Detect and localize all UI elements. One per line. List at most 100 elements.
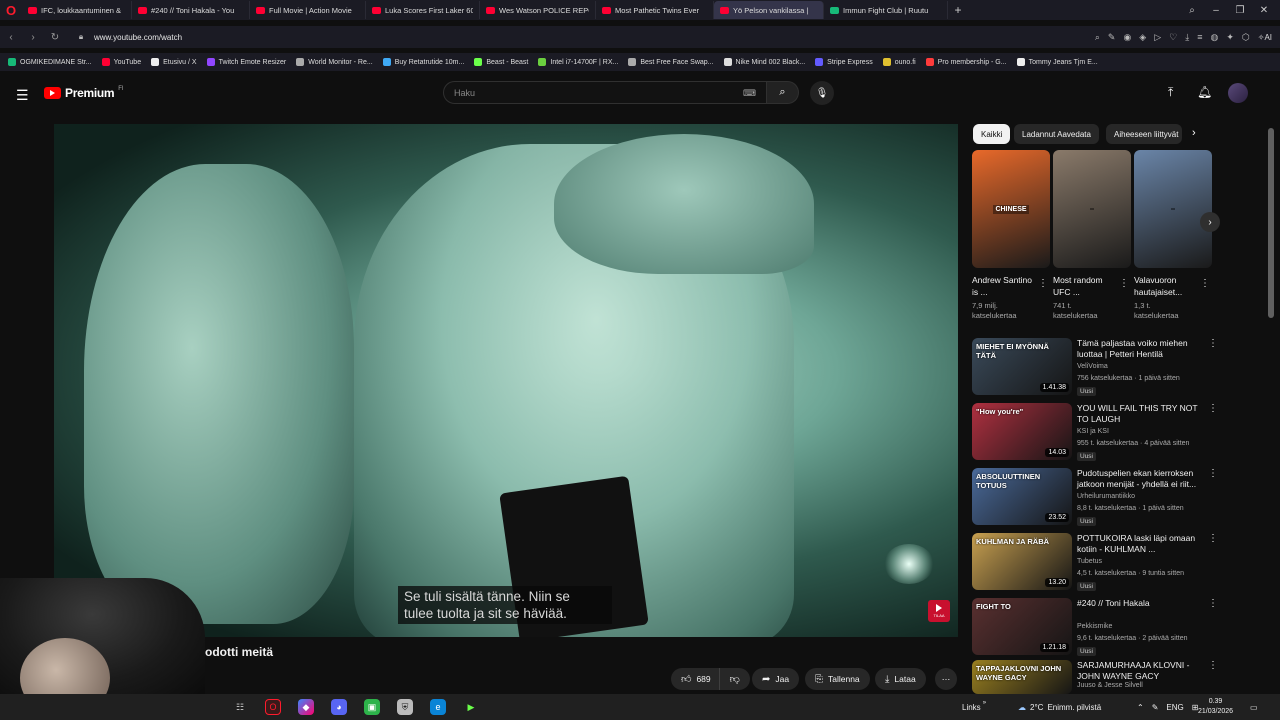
channel-name[interactable]: Tubetus: [1077, 558, 1102, 565]
recommended-video[interactable]: MIEHET EI MYÖNNÄ TÄTÄ 1.41.38 Tämä paljast…: [972, 338, 1222, 398]
dislike-button[interactable]: 👎︎: [718, 668, 750, 690]
short-title[interactable]: Valavuoron hautajaiset...: [1134, 274, 1196, 298]
video-title[interactable]: #240 // Toni Hakala: [1077, 598, 1199, 609]
bookmark-item[interactable]: Stripe Express: [815, 58, 873, 66]
recommended-video[interactable]: ABSOLUUTTINEN TOTUUS 23.52 Pudotuspelien e…: [972, 468, 1222, 528]
video-thumbnail[interactable]: "How you're" 14.03: [972, 403, 1072, 460]
pen-icon[interactable]: ✎: [1152, 703, 1159, 712]
recommended-video[interactable]: FIGHT TO 1.21.18 #240 // Toni Hakala Pekkis…: [972, 598, 1222, 658]
video-thumbnail[interactable]: TAPPAJAKLOVNI JOHN WAYNE GACY: [972, 660, 1072, 694]
bookmark-item[interactable]: Etusivu / X: [151, 58, 197, 66]
bookmark-item[interactable]: OGMIKEDIMANE Str...: [8, 58, 92, 66]
bookmark-item[interactable]: World Monitor - Re...: [296, 58, 373, 66]
edge-icon[interactable]: e: [430, 699, 446, 715]
channel-name[interactable]: KSI ja KSI: [1077, 428, 1109, 435]
short-thumbnail[interactable]: [1134, 150, 1212, 268]
shield-app-icon[interactable]: ⛨: [397, 699, 413, 715]
bell-icon[interactable]: 🔔︎: [1197, 85, 1212, 99]
back-icon[interactable]: ‹: [0, 32, 22, 43]
tray-up-icon[interactable]: ⌃: [1137, 703, 1144, 712]
menu-lines-icon[interactable]: ≡: [1197, 32, 1202, 42]
chip-uploader[interactable]: Ladannut Aavedata: [1014, 124, 1099, 144]
android-app-icon[interactable]: ▣: [364, 699, 380, 715]
more-options-icon[interactable]: ⋮: [1208, 468, 1218, 479]
video-title[interactable]: Tämä paljastaa voiko miehen luottaa | Pe…: [1077, 338, 1199, 360]
short-card[interactable]: Most random UFC ... 741 t. katselukertaa ⋮: [1053, 150, 1131, 321]
avatar[interactable]: [1228, 83, 1248, 103]
edit-icon[interactable]: ✎: [1108, 32, 1116, 43]
menu-icon[interactable]: ☰: [16, 87, 29, 104]
browser-tab[interactable]: Most Pathetic Twins Ever: [596, 1, 714, 19]
links-toolbar[interactable]: Links»: [962, 694, 986, 720]
language-indicator[interactable]: ENG: [1166, 703, 1183, 712]
chip-all[interactable]: Kaikki: [973, 124, 1011, 144]
bookmark-item[interactable]: Best Free Face Swap...: [628, 58, 714, 66]
create-icon[interactable]: ⤒: [1168, 85, 1173, 100]
terminal-app-icon[interactable]: ▶: [463, 699, 479, 715]
video-title[interactable]: SARJAMURHAAJA KLOVNI - JOHN WAYNE GACY: [1077, 660, 1199, 682]
more-options-icon[interactable]: ⋮: [1208, 660, 1218, 671]
bookmark-item[interactable]: YouTube: [101, 58, 141, 66]
more-options-icon[interactable]: ⋮: [1038, 278, 1048, 289]
forward-icon[interactable]: ›: [22, 32, 44, 43]
video-title[interactable]: POTTUKOIRA laski läpi omaan kotiin - KUH…: [1077, 533, 1199, 555]
save-button[interactable]: ⎘ Tallenna: [805, 668, 870, 690]
profile-icon[interactable]: ◍: [1210, 32, 1218, 43]
camera-icon[interactable]: ◉: [1123, 32, 1131, 43]
tab-search-icon[interactable]: ⌕: [1180, 0, 1204, 20]
play-icon[interactable]: ▷: [1154, 32, 1161, 43]
bookmark-item[interactable]: Twitch Emote Resizer: [206, 58, 286, 66]
bookmark-item[interactable]: Intel i7-14700F | RX...: [538, 58, 618, 66]
short-thumbnail[interactable]: [1053, 150, 1131, 268]
video-title[interactable]: YOU WILL FAIL THIS TRY NOT TO LAUGH: [1077, 403, 1199, 425]
url-field[interactable]: www.youtube.com/watch: [94, 33, 182, 42]
reload-icon[interactable]: ↻: [44, 32, 66, 43]
close-window-icon[interactable]: ✕: [1252, 0, 1276, 20]
more-options-icon[interactable]: ⋮: [1208, 403, 1218, 414]
browser-tab[interactable]: #240 // Toni Hakala - You: [132, 1, 250, 19]
recommended-video[interactable]: "How you're" 14.03 YOU WILL FAIL THIS TRY …: [972, 403, 1222, 463]
share-button[interactable]: ➦ Jaa: [752, 668, 800, 690]
search-button[interactable]: ⌕: [767, 81, 799, 104]
short-title[interactable]: Andrew Santino is ...: [972, 274, 1034, 298]
short-card[interactable]: Valavuoron hautajaiset... 1,3 t. katseluke…: [1134, 150, 1212, 321]
minimize-icon[interactable]: –: [1204, 0, 1228, 20]
browser-tab[interactable]: Full Movie | Action Movie: [250, 1, 366, 19]
short-card[interactable]: CHINESE Andrew Santino is ... 7,9 milj. kat…: [972, 150, 1050, 321]
lock-icon[interactable]: 🔒︎: [74, 32, 88, 42]
video-thumbnail[interactable]: ABSOLUUTTINEN TOTUUS 23.52: [972, 468, 1072, 525]
video-thumbnail[interactable]: KUHLMAN JA RÄBÄ 13.20: [972, 533, 1072, 590]
download-icon[interactable]: ⤓: [1185, 32, 1189, 43]
video-thumbnail[interactable]: MIEHET EI MYÖNNÄ TÄTÄ 1.41.38: [972, 338, 1072, 395]
chevron-right-icon[interactable]: ›: [1192, 127, 1196, 139]
app-taskbar-icon[interactable]: ◆: [298, 699, 314, 715]
box-icon[interactable]: ⬡: [1242, 32, 1250, 43]
browser-tab[interactable]: Yö Pelson vankilassa |: [714, 1, 824, 19]
clock[interactable]: 0.39 21/03/2026: [1198, 697, 1233, 717]
search-input[interactable]: Haku ⌨: [443, 81, 767, 104]
more-options-icon[interactable]: ⋮: [1208, 338, 1218, 349]
subscribe-watermark[interactable]: TILAA: [928, 600, 950, 622]
chip-related[interactable]: Aiheeseen liittyvät: [1106, 124, 1182, 144]
maximize-icon[interactable]: ❐: [1228, 0, 1252, 20]
video-title[interactable]: Pudotuspelien ekan kierroksen jatkoon me…: [1077, 468, 1199, 490]
new-tab-icon[interactable]: +: [948, 3, 968, 17]
video-player[interactable]: Se tuli sisältä tänne. Niin se tulee tuo…: [54, 124, 958, 637]
bookmark-item[interactable]: ouno.fi: [882, 58, 916, 66]
youtube-logo[interactable]: Premium FI: [44, 86, 124, 100]
like-button[interactable]: 👍︎ 689: [671, 668, 719, 690]
bookmark-item[interactable]: Beast - Beast: [474, 58, 528, 66]
browser-tab[interactable]: Wes Watson POLICE REPO: [480, 1, 596, 19]
ai-button[interactable]: ✧AI: [1258, 33, 1272, 42]
bookmark-item[interactable]: Tommy Jeans Tjm E...: [1016, 58, 1098, 66]
more-actions-button[interactable]: ⋯: [935, 668, 957, 690]
weather-widget[interactable]: ☁ 2°C Enimm. pilvistä: [1018, 694, 1101, 720]
browser-tab[interactable]: Luka Scores First Laker 60: [366, 1, 480, 19]
more-options-icon[interactable]: ⋮: [1208, 598, 1218, 609]
channel-name[interactable]: Pekkismike: [1077, 623, 1112, 630]
more-options-icon[interactable]: ⋮: [1208, 533, 1218, 544]
discord-icon[interactable]: ◕: [331, 699, 347, 715]
zoom-icon[interactable]: ⌕: [1095, 32, 1100, 43]
task-view-icon[interactable]: ☷: [232, 699, 248, 715]
shield-icon[interactable]: ◈: [1139, 32, 1146, 43]
